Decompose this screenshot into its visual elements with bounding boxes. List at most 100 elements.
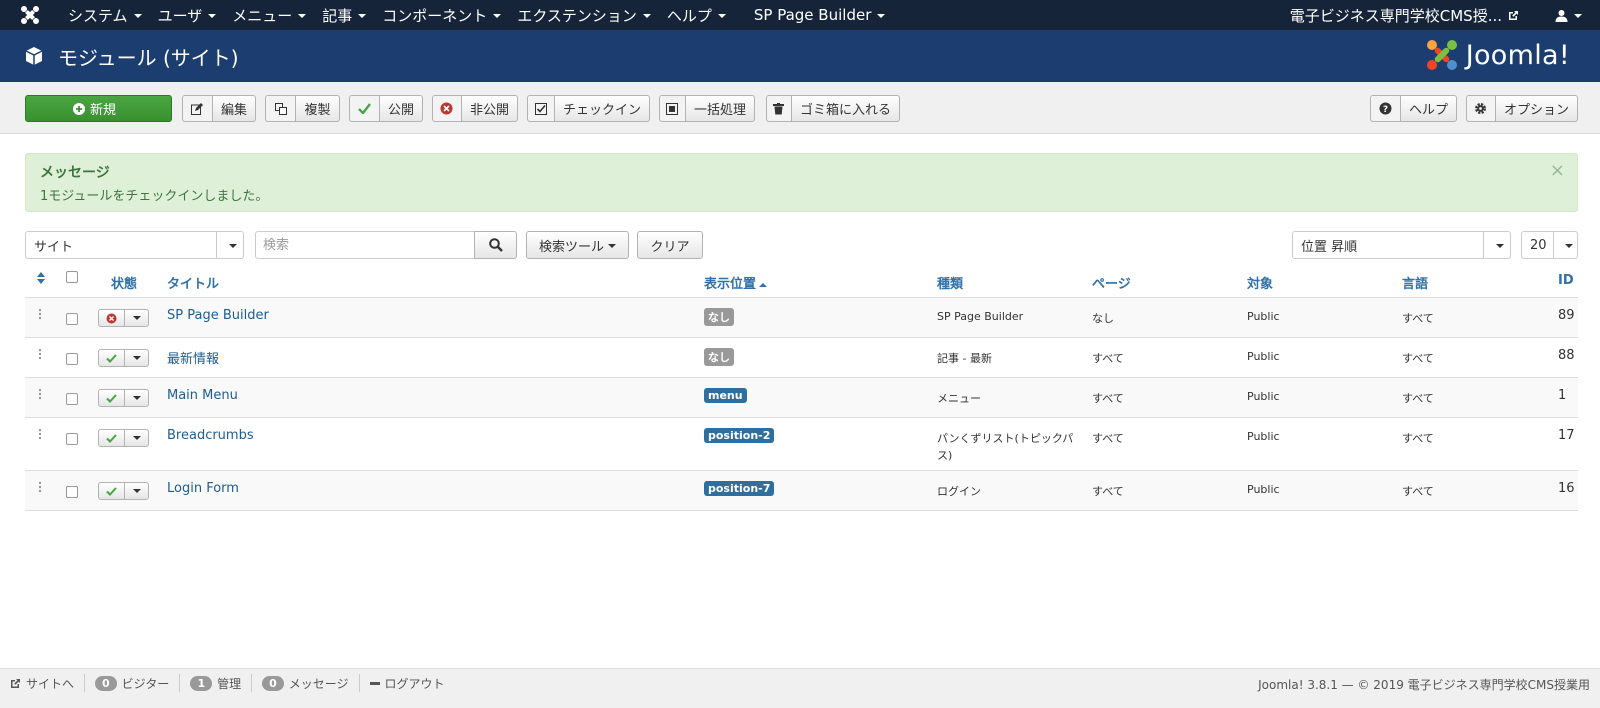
logout-link[interactable]: ログアウト <box>360 674 455 692</box>
view-site-footer-link[interactable]: サイトへ <box>10 674 86 692</box>
status-toggle[interactable] <box>98 349 149 367</box>
module-language: すべて <box>1402 485 1434 498</box>
row-checkbox[interactable] <box>66 313 78 325</box>
th-status[interactable]: 状態 <box>111 273 137 292</box>
unpublish-button[interactable]: 非公開 <box>432 95 518 122</box>
status-toggle[interactable] <box>98 309 149 327</box>
row-checkbox[interactable] <box>66 393 78 405</box>
table-row: 最新情報 なし 記事 - 最新 すべて Public すべて 88 <box>25 338 1578 378</box>
messages-status[interactable]: 0 メッセージ <box>252 674 360 692</box>
module-title-link[interactable]: Main Menu <box>167 388 238 403</box>
menu-menus[interactable]: メニュー <box>224 0 314 30</box>
modules-table: 状態 タイトル 表示位置 種類 ページ 対象 言語 ID SP Page Bui… <box>25 265 1578 511</box>
status-toggle[interactable] <box>98 429 149 447</box>
th-access[interactable]: 対象 <box>1247 273 1273 292</box>
position-label: position-7 <box>704 481 775 496</box>
th-language[interactable]: 言語 <box>1402 273 1428 292</box>
menu-users[interactable]: ユーザ <box>150 0 225 30</box>
svg-text:?: ? <box>1383 105 1388 115</box>
caret-down-icon <box>1483 232 1510 258</box>
new-label: 新規 <box>89 103 116 118</box>
publish-button[interactable]: 公開 <box>349 95 423 122</box>
search-button[interactable] <box>474 231 517 259</box>
th-position[interactable]: 表示位置 <box>704 273 768 292</box>
status-toggle[interactable] <box>98 389 149 407</box>
page-title: モジュール (サイト) <box>58 45 239 70</box>
checkbox-icon <box>528 96 555 121</box>
search-input[interactable] <box>255 231 474 259</box>
new-button[interactable]: 新規 <box>25 95 172 122</box>
admins-label: 管理 <box>217 676 242 691</box>
client-select[interactable]: サイト <box>25 231 244 259</box>
row-checkbox[interactable] <box>66 433 78 445</box>
th-type[interactable]: 種類 <box>937 273 963 292</box>
search-tools-label: 検索ツール <box>538 239 604 255</box>
position-badge: なし <box>704 308 734 326</box>
table-header: 状態 タイトル 表示位置 種類 ページ 対象 言語 ID <box>25 265 1578 298</box>
alert-heading: メッセージ <box>40 165 110 181</box>
th-id[interactable]: ID <box>1558 273 1574 288</box>
status-footer: サイトへ 0 ビジター 1 管理 0 メッセージ ログアウト Joomla! 3… <box>0 668 1600 708</box>
th-pages[interactable]: ページ <box>1092 273 1131 292</box>
external-link-icon <box>1509 10 1518 20</box>
table-row: Login Form position-7 ログイン すべて Public すべ… <box>25 471 1578 511</box>
visitors-label: ビジター <box>121 676 170 691</box>
menu-system[interactable]: システム <box>60 0 150 30</box>
module-title-link[interactable]: Login Form <box>167 481 239 496</box>
help-button[interactable]: ? ヘルプ <box>1370 95 1457 122</box>
position-label: menu <box>704 388 747 403</box>
th-title[interactable]: タイトル <box>167 273 219 292</box>
drag-handle-icon[interactable] <box>38 388 42 404</box>
module-id: 16 <box>1558 481 1575 496</box>
visitors-status[interactable]: 0 ビジター <box>85 674 181 692</box>
menu-components[interactable]: コンポーネント <box>374 0 509 30</box>
batch-button[interactable]: 一括処理 <box>659 95 755 122</box>
edit-button[interactable]: 編集 <box>182 95 256 122</box>
sort-icon[interactable] <box>37 272 45 288</box>
close-icon[interactable]: × <box>1550 160 1565 181</box>
menu-help[interactable]: ヘルプ <box>659 0 734 30</box>
status-toggle[interactable] <box>98 482 149 500</box>
table-row: SP Page Builder なし SP Page Builder なし Pu… <box>25 298 1578 338</box>
checkin-button[interactable]: チェックイン <box>527 95 650 122</box>
drag-handle-icon[interactable] <box>38 348 42 364</box>
drag-handle-icon[interactable] <box>38 308 42 324</box>
copy-button[interactable]: 複製 <box>265 95 340 122</box>
module-access: Public <box>1247 430 1280 443</box>
select-all-checkbox[interactable] <box>66 271 78 287</box>
row-checkbox[interactable] <box>66 486 78 498</box>
user-menu[interactable] <box>1547 9 1590 22</box>
clear-button[interactable]: クリア <box>637 231 703 259</box>
view-site-link[interactable]: 電子ビジネス専門学校CMS授... <box>1290 5 1519 26</box>
published-check-icon <box>99 390 125 406</box>
joomla-logo-icon[interactable] <box>0 0 60 30</box>
menu-content[interactable]: 記事 <box>314 0 374 30</box>
unpublish-label: 非公開 <box>469 103 509 118</box>
plus-circle-icon <box>72 102 85 115</box>
module-title-link[interactable]: SP Page Builder <box>167 308 269 323</box>
module-title-link[interactable]: Breadcrumbs <box>167 428 254 443</box>
options-button[interactable]: オプション <box>1466 95 1578 122</box>
published-check-icon <box>99 430 125 446</box>
caret-down-icon <box>717 14 726 18</box>
trash-label: ゴミ箱に入れる <box>799 103 891 118</box>
menu-sp-page-builder[interactable]: SP Page Builder <box>746 0 893 30</box>
row-checkbox[interactable] <box>66 353 78 365</box>
caret-down-icon <box>125 310 148 326</box>
client-select-value: サイト <box>34 239 74 255</box>
position-badge: position-2 <box>704 428 775 443</box>
search-tools-button[interactable]: 検索ツール <box>526 231 629 259</box>
page-header: モジュール (サイト) Joomla! <box>0 30 1600 82</box>
limit-select[interactable]: 20 <box>1521 231 1578 259</box>
module-pages: すべて <box>1092 485 1124 498</box>
copyright-text: Joomla! 3.8.1 — © 2019 電子ビジネス専門学校CMS授業用 <box>1258 678 1590 692</box>
menu-extensions[interactable]: エクステンション <box>509 0 659 30</box>
trash-button[interactable]: ゴミ箱に入れる <box>766 95 900 122</box>
admins-status[interactable]: 1 管理 <box>180 674 253 692</box>
search-icon <box>488 238 503 252</box>
drag-handle-icon[interactable] <box>38 481 42 497</box>
drag-handle-icon[interactable] <box>38 428 42 444</box>
ordering-select[interactable]: 位置 昇順 <box>1292 231 1511 259</box>
unpublished-icon <box>99 310 125 326</box>
module-title-link[interactable]: 最新情報 <box>167 348 219 367</box>
